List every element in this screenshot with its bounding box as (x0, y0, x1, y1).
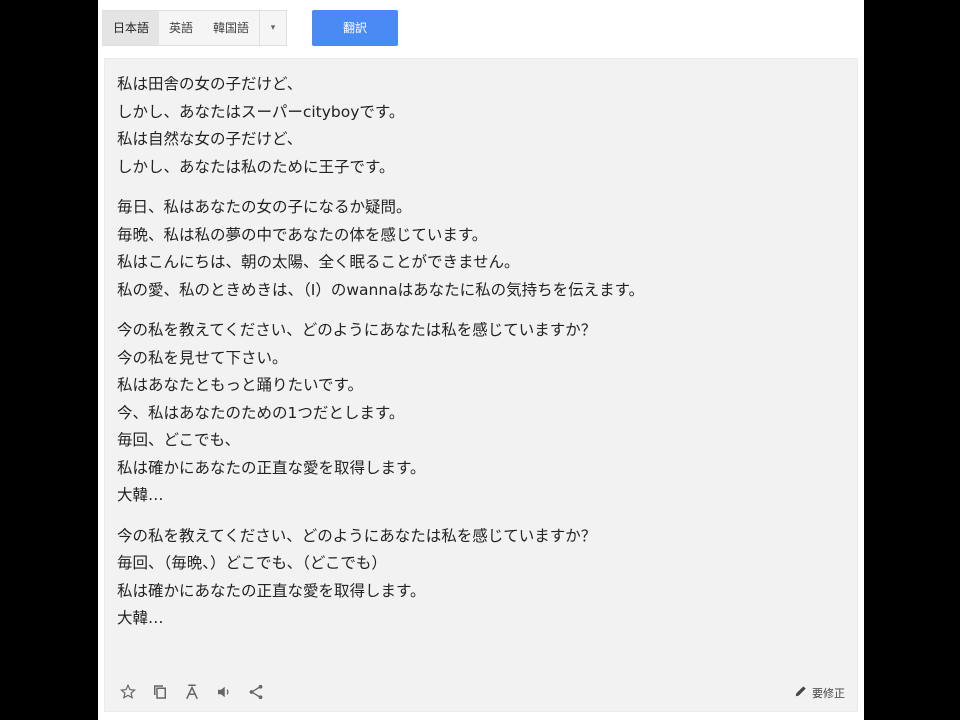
translation-result: 私は田舎の女の子だけど、しかし、あなたはスーパーcityboyです。 私は自然な女… (104, 58, 858, 712)
result-paragraph: 毎日、私はあなたの女の子になるか疑問。毎晩、私は私の夢の中であなたの体を感じてい… (117, 194, 845, 304)
tab-english[interactable]: 英語 (159, 11, 203, 45)
result-line: 大韓… (117, 609, 164, 627)
translate-button[interactable]: 翻訳 (312, 10, 398, 46)
result-text: 私は田舎の女の子だけど、しかし、あなたはスーパーcityboyです。 私は自然な女… (117, 71, 845, 646)
share-icon[interactable] (245, 681, 267, 703)
chevron-down-icon: ▾ (270, 23, 276, 33)
result-paragraph: 今の私を教えてください、どのようにあなたは私を感じていますか？ 毎回、（毎晩、）ど… (117, 523, 845, 633)
result-line: 今の私を見せて下さい。 (117, 348, 288, 367)
result-line: しかし、あなたは私のために王子です。 (117, 157, 395, 176)
suggest-edit-label: 要修正 (812, 686, 845, 700)
language-dropdown-button[interactable]: ▾ (259, 11, 286, 45)
result-actions (117, 681, 267, 703)
star-icon[interactable] (117, 681, 139, 703)
result-paragraph: 今の私を教えてください、どのようにあなたは私を感じていますか？ 今の私を見せて下さ… (117, 317, 845, 510)
result-line: 毎回、どこでも、 (117, 431, 241, 449)
tab-korean[interactable]: 韓国語 (203, 11, 259, 45)
result-line: 私はあなたともっと踊りたいです。 (117, 376, 363, 394)
result-line: 毎回、（毎晩、）どこでも、（どこでも） (117, 554, 387, 572)
translate-panel: 日本語 英語 韓国語 ▾ 翻訳 私は田舎の女の子だけど、しかし、あなたはスーパー… (98, 0, 864, 720)
result-paragraph: 私は田舎の女の子だけど、しかし、あなたはスーパーcityboyです。 私は自然な女… (117, 71, 845, 181)
phonetic-icon[interactable] (181, 681, 203, 703)
result-line: しかし、あなたはスーパーcityboyです。 (117, 102, 405, 121)
result-line: 私は田舎の女の子だけど、 (117, 75, 303, 93)
pencil-icon (794, 684, 808, 701)
result-line: 私は確かにあなたの正直な愛を取得します。 (117, 458, 426, 477)
language-selector: 日本語 英語 韓国語 ▾ (102, 10, 288, 46)
speaker-icon[interactable] (213, 681, 235, 703)
result-line: 今の私を教えてください、どのようにあなたは私を感じていますか？ (117, 526, 597, 545)
result-line: 毎晩、私は私の夢の中であなたの体を感じています。 (117, 225, 488, 244)
result-line: 私は自然な女の子だけど、 (117, 130, 303, 148)
result-line: 毎日、私はあなたの女の子になるか疑問。 (117, 198, 412, 216)
result-line: 私の愛、私のときめきは、（I）のwannaはあなたに私の気持ちを伝えます。 (117, 280, 645, 299)
suggest-edit-button[interactable]: 要修正 (794, 684, 845, 701)
result-line: 今、私はあなたのための1つだとします。 (117, 403, 405, 422)
result-line: 私は確かにあなたの正直な愛を取得します。 (117, 581, 426, 600)
toolbar: 日本語 英語 韓国語 ▾ 翻訳 (98, 0, 864, 56)
copy-icon[interactable] (149, 681, 171, 703)
result-line: 今の私を教えてください、どのようにあなたは私を感じていますか？ (117, 321, 597, 339)
result-line: 大韓… (117, 486, 164, 504)
tab-japanese[interactable]: 日本語 (103, 11, 160, 45)
result-line: 私はこんにちは、朝の太陽、全く眠ることができません。 (117, 253, 520, 271)
